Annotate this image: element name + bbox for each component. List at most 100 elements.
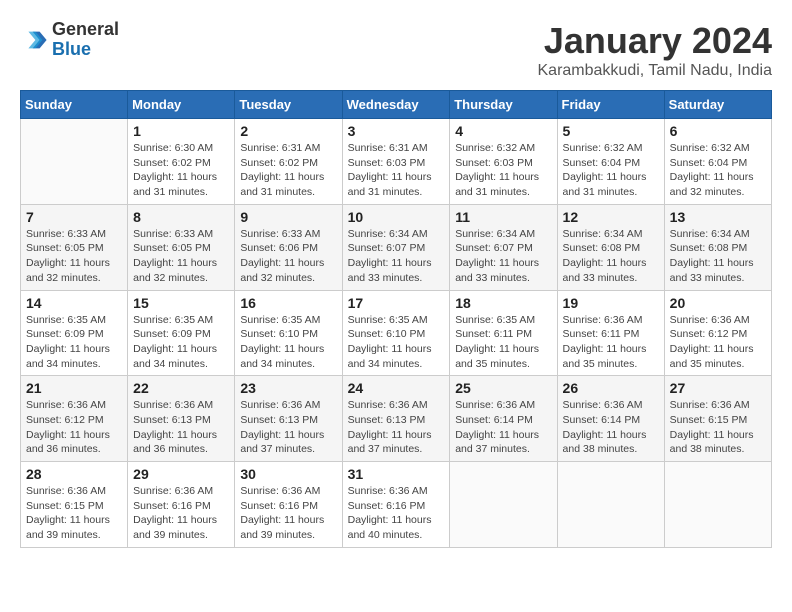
day-number: 21	[26, 380, 122, 396]
day-number: 24	[348, 380, 445, 396]
day-number: 13	[670, 209, 766, 225]
day-info: Sunrise: 6:33 AM Sunset: 6:06 PM Dayligh…	[240, 227, 336, 286]
day-info: Sunrise: 6:36 AM Sunset: 6:13 PM Dayligh…	[348, 398, 445, 457]
calendar-subtitle: Karambakkudi, Tamil Nadu, India	[538, 62, 773, 80]
calendar-day-cell: 28Sunrise: 6:36 AM Sunset: 6:15 PM Dayli…	[21, 462, 128, 548]
calendar-day-cell: 24 Sunrise: 6:36 AM Sunset: 6:13 PM Dayli…	[342, 376, 450, 462]
weekday-header-cell: Thursday	[450, 91, 557, 119]
day-number: 2	[240, 123, 336, 139]
day-info: Sunrise: 6:36 AM Sunset: 6:13 PM Dayligh…	[133, 398, 229, 457]
day-number: 19	[563, 295, 659, 311]
day-number: 14	[26, 295, 122, 311]
calendar-week-row: 7 Sunrise: 6:33 AM Sunset: 6:05 PM Daylig…	[21, 204, 772, 290]
calendar-day-cell: 2 Sunrise: 6:31 AM Sunset: 6:02 PM Daylig…	[235, 119, 342, 205]
day-info: Sunrise: 6:34 AM Sunset: 6:07 PM Dayligh…	[455, 227, 551, 286]
day-info: Sunrise: 6:36 AM Sunset: 6:14 PM Dayligh…	[455, 398, 551, 457]
day-number: 7	[26, 209, 122, 225]
calendar-day-cell: 15 Sunrise: 6:35 AM Sunset: 6:09 PM Dayli…	[128, 290, 235, 376]
calendar-day-cell: 21Sunrise: 6:36 AM Sunset: 6:12 PM Dayli…	[21, 376, 128, 462]
calendar-day-cell: 5Sunrise: 6:32 AM Sunset: 6:04 PM Daylig…	[557, 119, 664, 205]
day-number: 25	[455, 380, 551, 396]
day-number: 26	[563, 380, 659, 396]
calendar-day-cell: 30Sunrise: 6:36 AM Sunset: 6:16 PM Dayli…	[235, 462, 342, 548]
calendar-week-row: 28Sunrise: 6:36 AM Sunset: 6:15 PM Dayli…	[21, 462, 772, 548]
weekday-header-cell: Wednesday	[342, 91, 450, 119]
title-section: January 2024 Karambakkudi, Tamil Nadu, I…	[538, 20, 773, 80]
day-info: Sunrise: 6:36 AM Sunset: 6:15 PM Dayligh…	[670, 398, 766, 457]
day-number: 6	[670, 123, 766, 139]
calendar-body: 1 Sunrise: 6:30 AM Sunset: 6:02 PM Daylig…	[21, 119, 772, 548]
calendar-day-cell: 8 Sunrise: 6:33 AM Sunset: 6:05 PM Daylig…	[128, 204, 235, 290]
day-number: 1	[133, 123, 229, 139]
day-info: Sunrise: 6:32 AM Sunset: 6:03 PM Dayligh…	[455, 141, 551, 200]
day-number: 30	[240, 466, 336, 482]
day-info: Sunrise: 6:35 AM Sunset: 6:09 PM Dayligh…	[133, 313, 229, 372]
day-info: Sunrise: 6:31 AM Sunset: 6:03 PM Dayligh…	[348, 141, 445, 200]
calendar-day-cell: 18 Sunrise: 6:35 AM Sunset: 6:11 PM Dayli…	[450, 290, 557, 376]
weekday-header-cell: Tuesday	[235, 91, 342, 119]
day-number: 31	[348, 466, 445, 482]
calendar-day-cell: 25 Sunrise: 6:36 AM Sunset: 6:14 PM Dayli…	[450, 376, 557, 462]
day-info: Sunrise: 6:33 AM Sunset: 6:05 PM Dayligh…	[133, 227, 229, 286]
day-number: 22	[133, 380, 229, 396]
calendar-week-row: 14 Sunrise: 6:35 AM Sunset: 6:09 PM Dayli…	[21, 290, 772, 376]
calendar-day-cell: 11 Sunrise: 6:34 AM Sunset: 6:07 PM Dayli…	[450, 204, 557, 290]
day-info: Sunrise: 6:36 AM Sunset: 6:12 PM Dayligh…	[670, 313, 766, 372]
weekday-header-cell: Monday	[128, 91, 235, 119]
calendar-day-cell: 19 Sunrise: 6:36 AM Sunset: 6:11 PM Dayli…	[557, 290, 664, 376]
day-info: Sunrise: 6:36 AM Sunset: 6:14 PM Dayligh…	[563, 398, 659, 457]
calendar-day-cell	[21, 119, 128, 205]
logo-icon	[20, 26, 48, 54]
day-number: 11	[455, 209, 551, 225]
calendar-week-row: 21Sunrise: 6:36 AM Sunset: 6:12 PM Dayli…	[21, 376, 772, 462]
calendar-day-cell: 23 Sunrise: 6:36 AM Sunset: 6:13 PM Dayli…	[235, 376, 342, 462]
weekday-header-row: SundayMondayTuesdayWednesdayThursdayFrid…	[21, 91, 772, 119]
calendar-week-row: 1 Sunrise: 6:30 AM Sunset: 6:02 PM Daylig…	[21, 119, 772, 205]
day-info: Sunrise: 6:35 AM Sunset: 6:09 PM Dayligh…	[26, 313, 122, 372]
day-info: Sunrise: 6:32 AM Sunset: 6:04 PM Dayligh…	[670, 141, 766, 200]
day-number: 15	[133, 295, 229, 311]
calendar-day-cell: 26 Sunrise: 6:36 AM Sunset: 6:14 PM Dayli…	[557, 376, 664, 462]
calendar-day-cell: 20 Sunrise: 6:36 AM Sunset: 6:12 PM Dayli…	[664, 290, 771, 376]
day-info: Sunrise: 6:35 AM Sunset: 6:10 PM Dayligh…	[348, 313, 445, 372]
calendar-day-cell: 9 Sunrise: 6:33 AM Sunset: 6:06 PM Daylig…	[235, 204, 342, 290]
calendar-day-cell: 22 Sunrise: 6:36 AM Sunset: 6:13 PM Dayli…	[128, 376, 235, 462]
day-info: Sunrise: 6:36 AM Sunset: 6:13 PM Dayligh…	[240, 398, 336, 457]
calendar-day-cell: 14 Sunrise: 6:35 AM Sunset: 6:09 PM Dayli…	[21, 290, 128, 376]
day-number: 10	[348, 209, 445, 225]
calendar-day-cell: 10 Sunrise: 6:34 AM Sunset: 6:07 PM Dayli…	[342, 204, 450, 290]
day-info: Sunrise: 6:32 AM Sunset: 6:04 PM Dayligh…	[563, 141, 659, 200]
day-number: 18	[455, 295, 551, 311]
day-number: 23	[240, 380, 336, 396]
calendar-day-cell: 12Sunrise: 6:34 AM Sunset: 6:08 PM Dayli…	[557, 204, 664, 290]
day-number: 8	[133, 209, 229, 225]
calendar-day-cell: 4 Sunrise: 6:32 AM Sunset: 6:03 PM Daylig…	[450, 119, 557, 205]
day-number: 20	[670, 295, 766, 311]
calendar-table: SundayMondayTuesdayWednesdayThursdayFrid…	[20, 90, 772, 548]
weekday-header-cell: Sunday	[21, 91, 128, 119]
day-number: 12	[563, 209, 659, 225]
calendar-day-cell: 29Sunrise: 6:36 AM Sunset: 6:16 PM Dayli…	[128, 462, 235, 548]
page-header: General Blue January 2024 Karambakkudi, …	[20, 20, 772, 80]
day-number: 9	[240, 209, 336, 225]
weekday-header-cell: Friday	[557, 91, 664, 119]
calendar-day-cell: 17Sunrise: 6:35 AM Sunset: 6:10 PM Dayli…	[342, 290, 450, 376]
day-info: Sunrise: 6:34 AM Sunset: 6:07 PM Dayligh…	[348, 227, 445, 286]
day-number: 4	[455, 123, 551, 139]
calendar-day-cell: 31Sunrise: 6:36 AM Sunset: 6:16 PM Dayli…	[342, 462, 450, 548]
day-info: Sunrise: 6:35 AM Sunset: 6:11 PM Dayligh…	[455, 313, 551, 372]
day-info: Sunrise: 6:36 AM Sunset: 6:11 PM Dayligh…	[563, 313, 659, 372]
day-number: 28	[26, 466, 122, 482]
calendar-title: January 2024	[538, 20, 773, 62]
day-info: Sunrise: 6:30 AM Sunset: 6:02 PM Dayligh…	[133, 141, 229, 200]
day-info: Sunrise: 6:36 AM Sunset: 6:16 PM Dayligh…	[133, 484, 229, 543]
day-number: 27	[670, 380, 766, 396]
day-info: Sunrise: 6:34 AM Sunset: 6:08 PM Dayligh…	[670, 227, 766, 286]
calendar-day-cell	[664, 462, 771, 548]
day-info: Sunrise: 6:31 AM Sunset: 6:02 PM Dayligh…	[240, 141, 336, 200]
calendar-day-cell	[450, 462, 557, 548]
day-info: Sunrise: 6:33 AM Sunset: 6:05 PM Dayligh…	[26, 227, 122, 286]
weekday-header-cell: Saturday	[664, 91, 771, 119]
calendar-day-cell: 13 Sunrise: 6:34 AM Sunset: 6:08 PM Dayli…	[664, 204, 771, 290]
calendar-day-cell	[557, 462, 664, 548]
